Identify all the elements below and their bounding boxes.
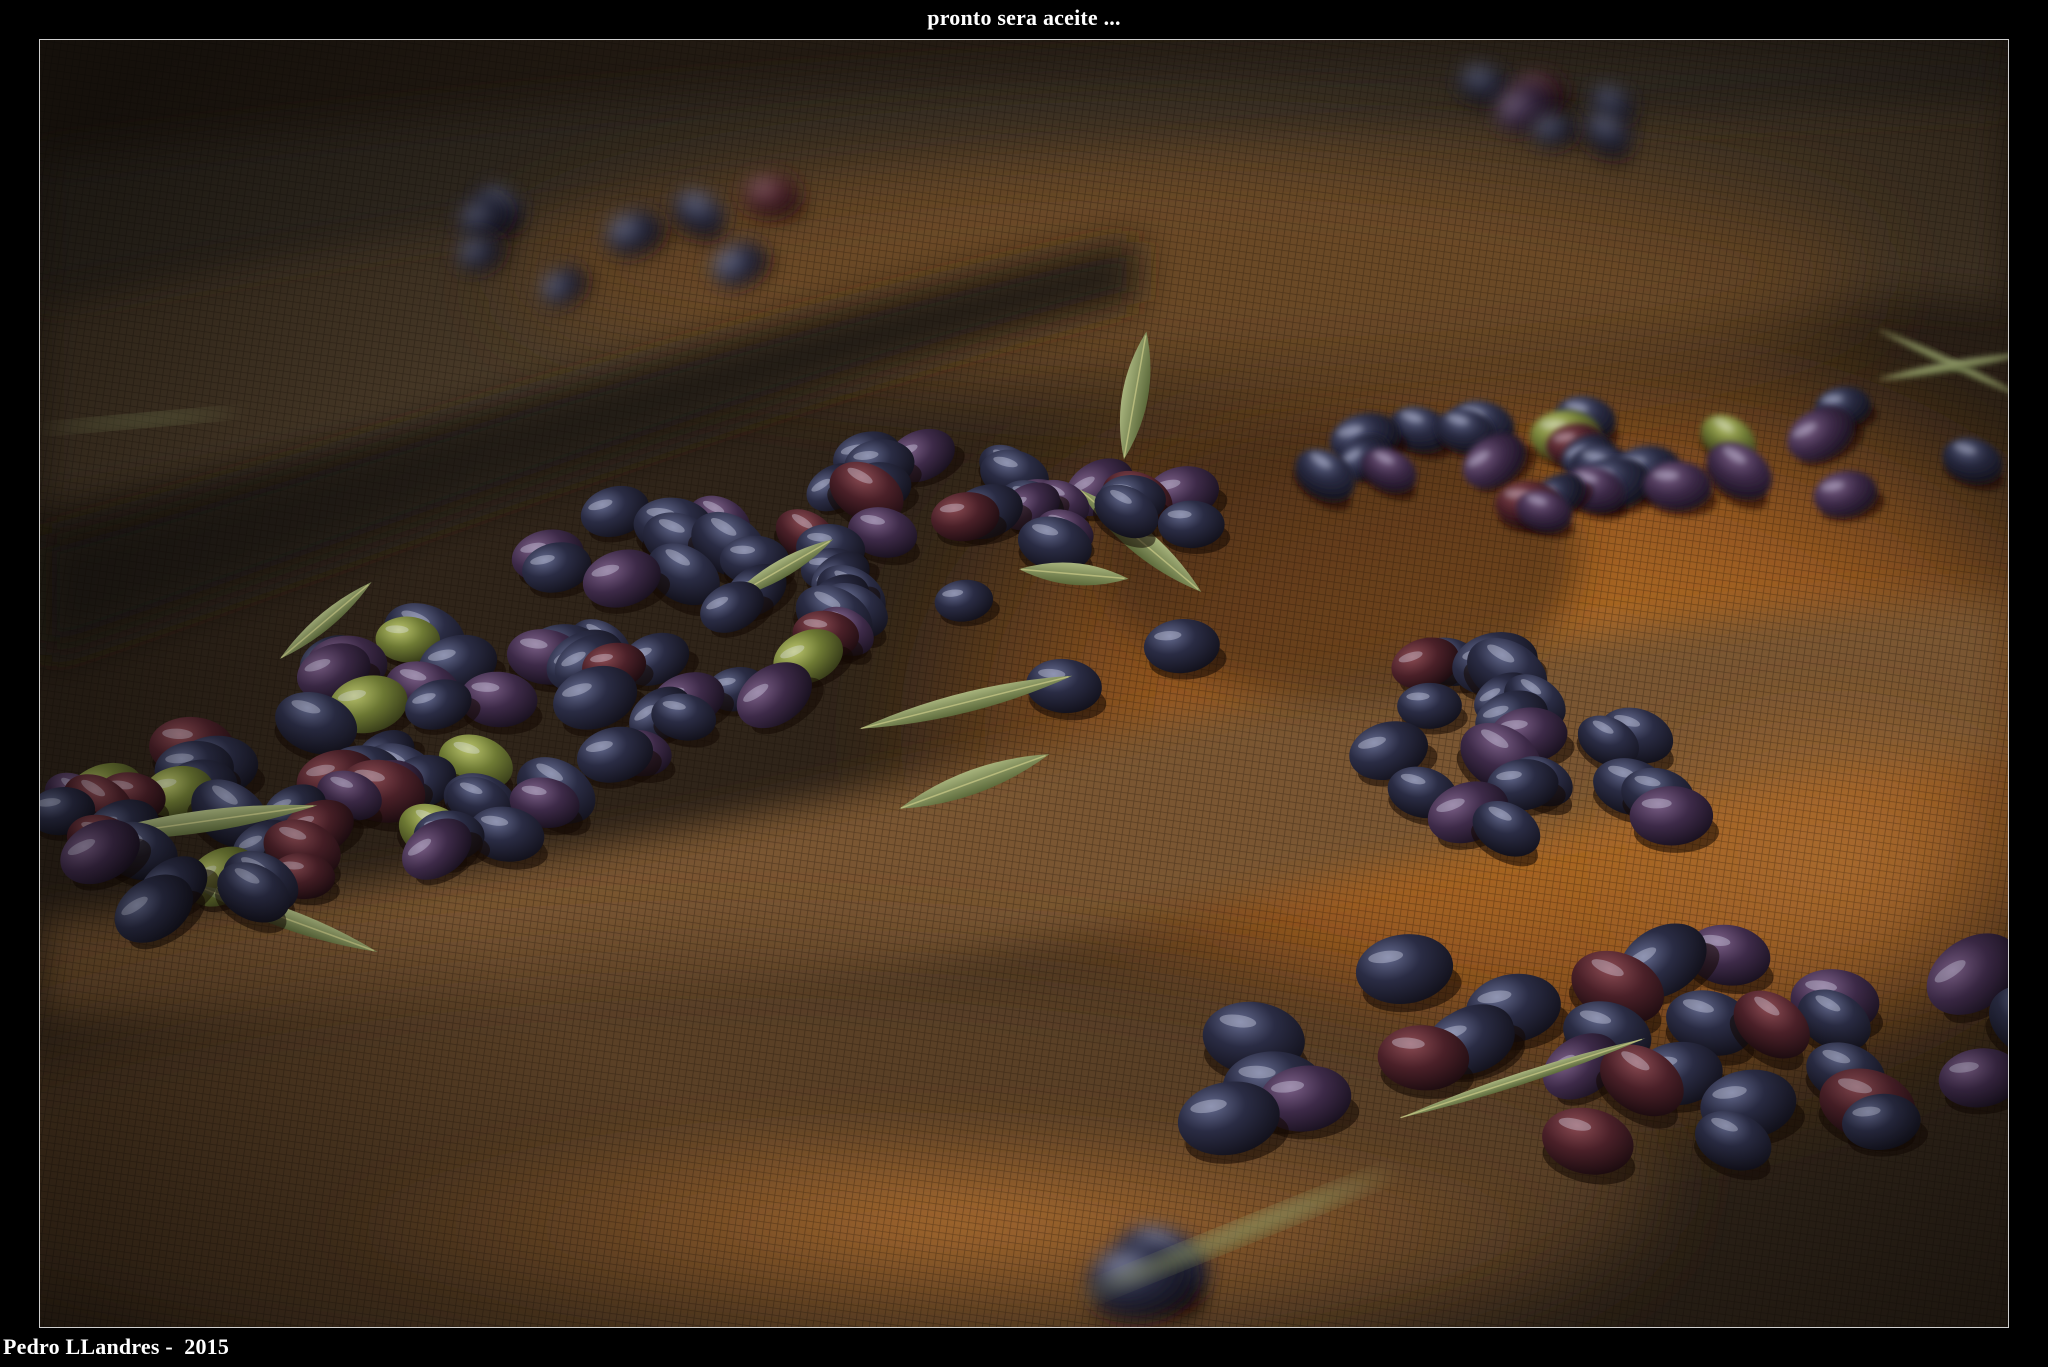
photo: [39, 39, 2009, 1328]
olive-harvest-photo: [40, 40, 2008, 1327]
photo-title: pronto sera aceite ...: [927, 5, 1121, 30]
photo-vignette: [40, 40, 2008, 1327]
photo-frame: pronto sera aceite ... Pedro LLandres - …: [0, 0, 2048, 1367]
photo-credit: Pedro LLandres - 2015: [3, 1334, 230, 1359]
